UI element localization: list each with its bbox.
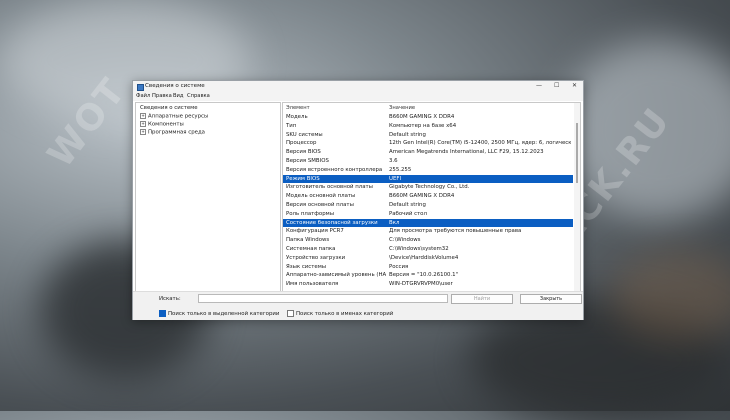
find-label: Искать: xyxy=(159,296,181,302)
row-element: Системная папка xyxy=(286,246,336,252)
row-value: WIN-DTGRVRVPM0\user xyxy=(389,281,453,288)
table-row[interactable]: Версия SMBIOS 3.6 xyxy=(283,157,573,166)
row-value: Компьютер на базе x64 xyxy=(389,122,457,129)
tree-root-item[interactable]: Сведения о системе xyxy=(138,105,200,111)
expand-icon[interactable]: + xyxy=(140,129,146,135)
tree-item-label: Аппаратные ресурсы xyxy=(148,113,209,120)
table-row[interactable]: Системная папка C:\Windows\system32 xyxy=(283,245,573,254)
expand-icon[interactable]: + xyxy=(140,113,146,119)
system-info-icon xyxy=(137,84,144,91)
table-row[interactable]: Версия BIOS American Megatrends Internati… xyxy=(283,148,573,157)
tree-item-hardware[interactable]: + Аппаратные ресурсы xyxy=(140,113,208,120)
table-row[interactable]: Папка Windows C:\Windows xyxy=(283,236,573,245)
row-element: Язык системы xyxy=(286,263,327,270)
row-element: SKU системы xyxy=(286,131,323,138)
row-value: C:\Windows\system32 xyxy=(389,246,449,252)
row-value: B660M GAMING X DDR4 xyxy=(389,193,455,200)
table-row[interactable]: Изготовитель основной платы Gigabyte Tech… xyxy=(283,183,573,192)
details-list[interactable]: Элемент Значение Модель B660M GAMING X DD… xyxy=(282,102,581,292)
table-row[interactable]: Аппаратно-зависимый уровень (HAL) Версия … xyxy=(283,271,573,280)
row-value: 255.255 xyxy=(389,166,412,173)
row-value: C:\Windows xyxy=(389,237,421,244)
checkbox-label: Поиск только в именах категорий xyxy=(296,311,394,317)
row-value: Default string xyxy=(389,202,426,208)
table-row[interactable]: Устройство загрузки \Device\HarddiskVolum… xyxy=(283,254,573,263)
row-element: Режим BIOS xyxy=(286,175,320,182)
vertical-scrollbar[interactable] xyxy=(574,103,580,291)
table-row[interactable]: Режим BIOS UEFI xyxy=(283,174,573,184)
row-element: Имя пользователя xyxy=(286,281,339,288)
row-element: Модель основной платы xyxy=(286,193,356,200)
row-value: Вкл xyxy=(389,219,400,226)
row-value: Версия = "10.0.26100.1" xyxy=(389,272,459,279)
table-row[interactable]: Роль платформы Рабочий стол xyxy=(283,210,573,219)
msinfo-window: Сведения о системе — ☐ ✕ Файл Правка Вид… xyxy=(132,80,584,320)
table-row[interactable]: Версия основной платы Default string xyxy=(283,201,573,210)
row-element: Роль платформы xyxy=(286,210,334,217)
table-row[interactable]: Модель основной платы B660M GAMING X DDR4 xyxy=(283,192,573,201)
row-value: 12th Gen Intel(R) Core(TM) i5-12400, 250… xyxy=(389,140,571,147)
row-value: Россия xyxy=(389,263,409,270)
checkbox-selected-category[interactable]: Поиск только в выделенной категории xyxy=(159,310,279,317)
table-row[interactable]: Язык системы Россия xyxy=(283,263,573,272)
checkbox-label: Поиск только в выделенной категории xyxy=(168,311,280,317)
table-row[interactable]: Модель B660M GAMING X DDR4 xyxy=(283,113,573,122)
tree-item-software[interactable]: + Программная среда xyxy=(140,129,205,136)
row-element: Изготовитель основной платы xyxy=(286,184,373,191)
menu-view[interactable]: Вид xyxy=(173,93,184,99)
row-element: Тип xyxy=(286,122,297,129)
row-element: Версия BIOS xyxy=(286,149,321,156)
row-element: Конфигурация PCR7 xyxy=(286,228,344,235)
row-element: Устройство загрузки xyxy=(286,254,346,261)
tree-item-components[interactable]: + Компоненты xyxy=(140,121,184,128)
column-header-element[interactable]: Элемент xyxy=(286,105,310,111)
scrollbar-thumb[interactable] xyxy=(576,123,578,183)
menu-bar: Файл Правка Вид Справка xyxy=(133,92,583,101)
row-value: Gigabyte Technology Co., Ltd. xyxy=(389,184,470,191)
row-value: UEFI xyxy=(389,175,402,182)
expand-icon[interactable]: + xyxy=(140,121,146,127)
category-tree[interactable]: Сведения о системе + Аппаратные ресурсы +… xyxy=(135,102,281,292)
table-row[interactable]: SKU системы Default string xyxy=(283,131,573,140)
row-value: Рабочий стол xyxy=(389,210,427,217)
row-value: \Device\HarddiskVolume4 xyxy=(389,254,459,261)
find-input[interactable] xyxy=(198,294,448,303)
row-element: Папка Windows xyxy=(286,237,330,244)
minimize-button[interactable]: — xyxy=(536,82,542,89)
row-element: Версия встроенного контроллера xyxy=(286,166,383,173)
find-panel: Искать: Найти Закрыть Поиск только в выд… xyxy=(133,291,583,320)
tree-item-label: Компоненты xyxy=(148,121,184,128)
row-value: 3.6 xyxy=(389,158,398,164)
table-row[interactable]: Имя пользователя WIN-DTGRVRVPM0\user xyxy=(283,280,573,289)
row-element: Аппаратно-зависимый уровень (HAL) xyxy=(286,272,386,279)
row-element: Версия основной платы xyxy=(286,202,354,208)
table-row[interactable]: Состояние безопасной загрузки Вкл xyxy=(283,218,573,228)
row-element: Состояние безопасной загрузки xyxy=(286,219,378,226)
table-row[interactable]: Тип Компьютер на базе x64 xyxy=(283,122,573,131)
row-value: American Megatrends International, LLC F… xyxy=(389,149,544,156)
table-row[interactable]: Процессор 12th Gen Intel(R) Core(TM) i5-1… xyxy=(283,139,573,148)
table-row[interactable]: Конфигурация PCR7 Для просмотра требуются… xyxy=(283,227,573,236)
title-bar[interactable]: Сведения о системе — ☐ ✕ xyxy=(133,81,583,92)
window-title: Сведения о системе xyxy=(145,83,205,89)
checkbox-category-names[interactable]: Поиск только в именах категорий xyxy=(287,310,393,317)
maximize-button[interactable]: ☐ xyxy=(554,82,559,89)
checkbox-checked[interactable] xyxy=(159,310,166,317)
close-find-button[interactable]: Закрыть xyxy=(520,294,582,304)
row-element: Модель xyxy=(286,114,308,120)
row-value: Default string xyxy=(389,131,426,138)
row-value: Для просмотра требуются повышенные права xyxy=(389,228,522,235)
row-value: B660M GAMING X DDR4 xyxy=(389,114,455,120)
find-button[interactable]: Найти xyxy=(451,294,513,304)
menu-help[interactable]: Справка xyxy=(187,93,210,99)
close-window-button[interactable]: ✕ xyxy=(572,82,577,89)
column-header-value[interactable]: Значение xyxy=(389,105,415,111)
row-element: Процессор xyxy=(286,140,317,147)
menu-file[interactable]: Файл xyxy=(136,93,150,99)
table-row[interactable]: Версия встроенного контроллера 255.255 xyxy=(283,166,573,175)
row-element: Версия SMBIOS xyxy=(286,158,329,164)
tree-item-label: Программная среда xyxy=(148,129,205,136)
menu-edit[interactable]: Правка xyxy=(152,93,172,99)
checkbox-unchecked[interactable] xyxy=(287,310,294,317)
